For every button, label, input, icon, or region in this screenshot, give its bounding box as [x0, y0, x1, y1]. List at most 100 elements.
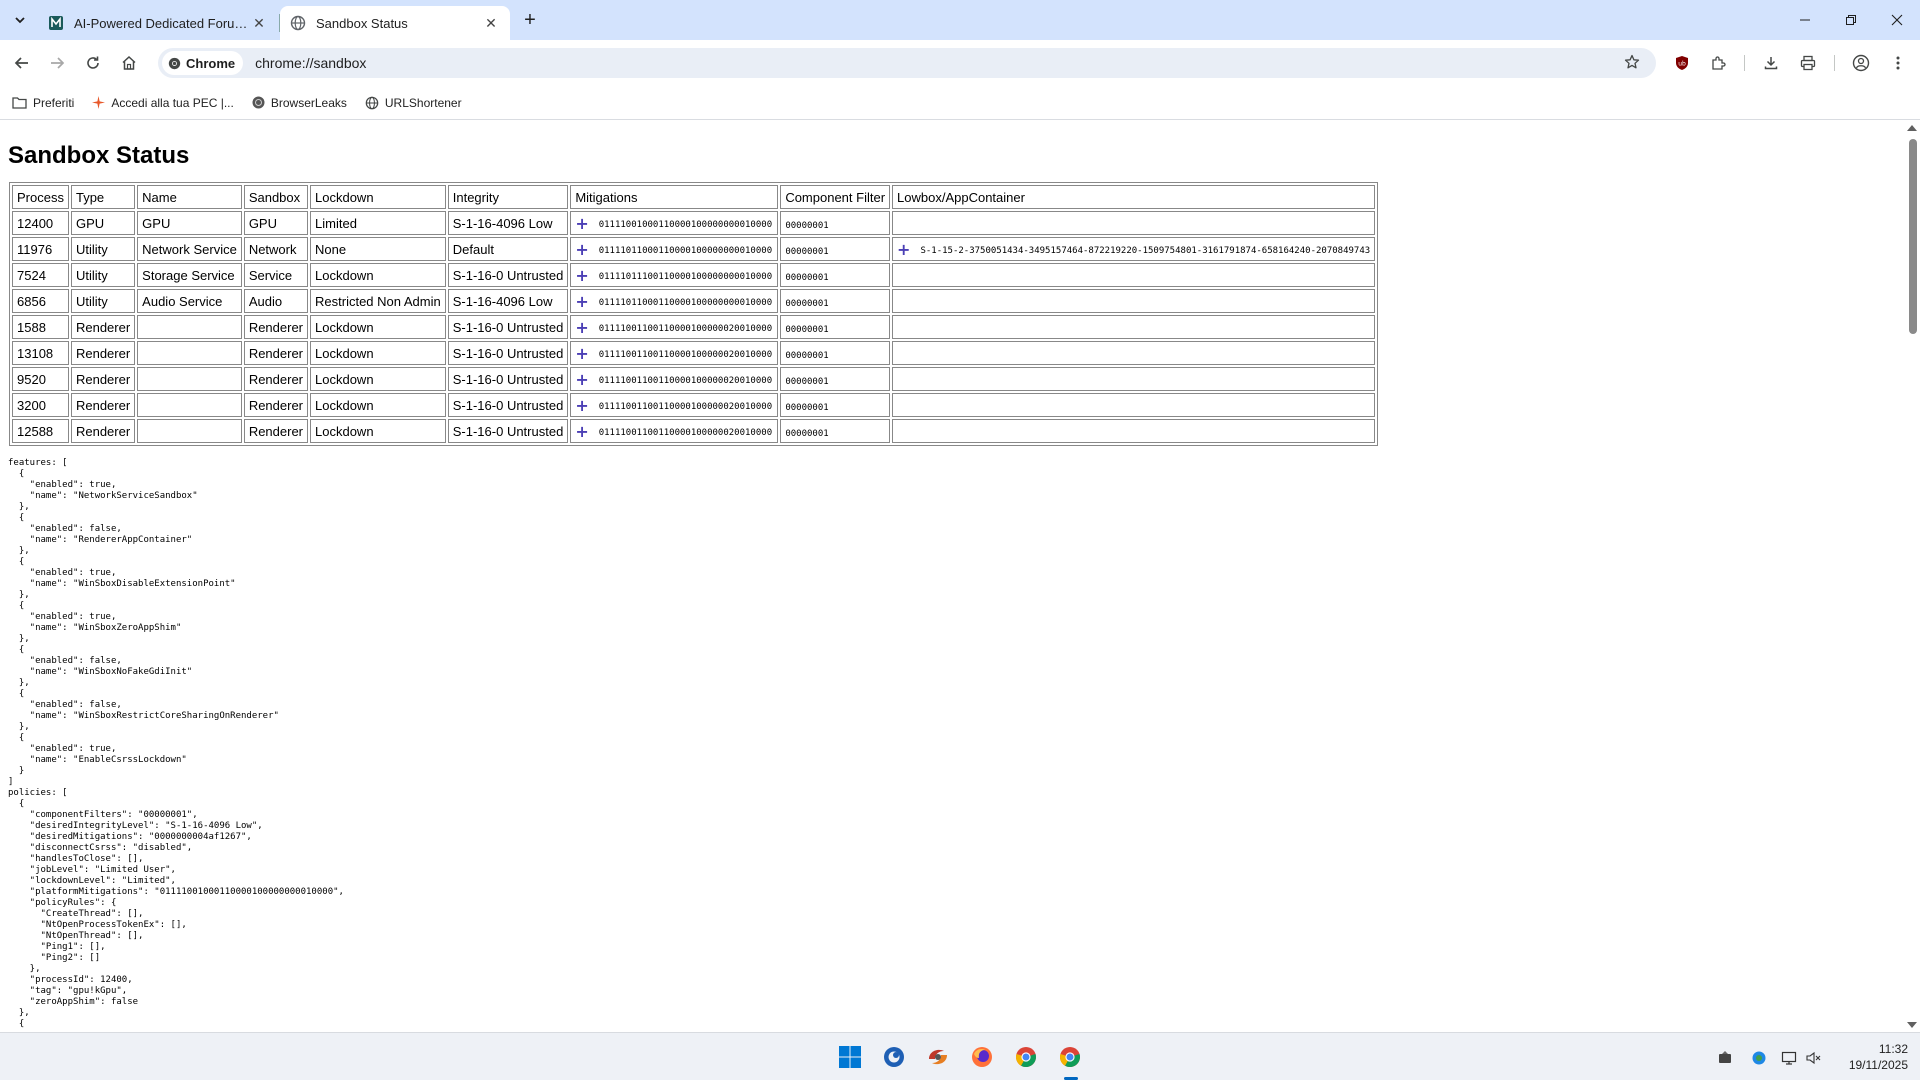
tab-sandbox-status[interactable]: Sandbox Status ✕ — [280, 6, 510, 40]
minimize-icon — [1800, 19, 1810, 21]
expand-plus-icon[interactable]: + — [575, 214, 588, 233]
cell-component-filter: 00000001 — [780, 211, 891, 235]
chrome-logo-icon — [168, 57, 181, 69]
restore-button[interactable] — [1828, 0, 1874, 40]
cell-process: 3200 — [12, 393, 69, 417]
bookmark-label: BrowserLeaks — [270, 95, 347, 110]
cell-type: Renderer — [70, 419, 136, 443]
tray-app-icon[interactable] — [1716, 1049, 1734, 1067]
close-tab-icon[interactable]: ✕ — [482, 14, 500, 32]
scroll-up-arrow-icon[interactable] — [1907, 125, 1917, 131]
chrome-menu-button[interactable] — [1886, 51, 1910, 75]
col-integrity: Integrity — [447, 185, 569, 209]
cell-name — [137, 393, 242, 417]
scrollbar-thumb[interactable] — [1909, 139, 1917, 334]
cell-lockdown: Lockdown — [310, 263, 446, 287]
cell-lowbox — [892, 211, 1376, 235]
restore-icon — [1846, 15, 1856, 25]
expand-plus-icon[interactable]: + — [575, 422, 588, 441]
bookmark-star-button[interactable] — [1624, 54, 1640, 75]
cell-mitigations: +01111001100110000100000020010000 — [570, 315, 779, 339]
taskbar-firefox[interactable] — [968, 1043, 996, 1071]
cell-integrity: S-1-16-0 Untrusted — [447, 419, 569, 443]
cell-type: Utility — [70, 263, 136, 287]
col-process: Process — [12, 185, 69, 209]
windows-logo-icon — [839, 1046, 861, 1068]
expand-plus-icon[interactable]: + — [575, 240, 588, 259]
mitigations-value: 01111011100110000100000000010000 — [598, 271, 773, 282]
cell-lockdown: Limited — [310, 211, 446, 235]
cell-process: 12400 — [12, 211, 69, 235]
cell-name — [137, 367, 242, 391]
address-bar[interactable]: Chrome chrome://sandbox — [158, 48, 1656, 78]
scroll-down-arrow-icon[interactable] — [1907, 1022, 1917, 1028]
start-button[interactable] — [836, 1043, 864, 1071]
cell-component-filter: 00000001 — [780, 341, 891, 365]
cell-process: 7524 — [12, 263, 69, 287]
site-info-chip[interactable]: Chrome — [162, 51, 244, 75]
cell-lowbox — [892, 341, 1376, 365]
taskbar-app-1[interactable] — [880, 1043, 908, 1071]
close-window-button[interactable] — [1874, 0, 1920, 40]
bookmark-urlshortener[interactable]: URLShortener — [365, 96, 462, 110]
cell-type: Utility — [70, 289, 136, 313]
home-button[interactable] — [117, 51, 141, 75]
cell-sandbox: Renderer — [243, 419, 309, 443]
ublock-extension-button[interactable]: ub — [1670, 51, 1694, 75]
forward-arrow-icon — [51, 57, 65, 69]
extensions-button[interactable] — [1706, 51, 1730, 75]
expand-plus-icon[interactable]: + — [897, 240, 910, 259]
cell-component-filter: 00000001 — [780, 419, 891, 443]
bookmark-pec[interactable]: Accedi alla tua PEC |... — [92, 96, 234, 110]
expand-plus-icon[interactable]: + — [575, 344, 588, 363]
reload-button[interactable] — [81, 51, 105, 75]
bookmark-browserleaks[interactable]: BrowserLeaks — [252, 96, 347, 110]
expand-plus-icon[interactable]: + — [575, 318, 588, 337]
cell-mitigations: +01111011100110000100000000010000 — [570, 263, 779, 287]
downloads-button[interactable] — [1759, 51, 1783, 75]
back-arrow-icon — [14, 57, 28, 69]
taskbar-chrome-1[interactable] — [1012, 1043, 1040, 1071]
tab-forum[interactable]: AI-Powered Dedicated Forum | ✕ — [38, 6, 280, 40]
profile-button[interactable] — [1849, 51, 1873, 75]
print-button[interactable] — [1796, 51, 1820, 75]
cell-component-filter: 00000001 — [780, 289, 891, 313]
component-filter-value: 00000001 — [785, 350, 829, 361]
cell-name: Storage Service — [137, 263, 242, 287]
taskbar-chrome-2[interactable] — [1056, 1043, 1084, 1071]
bookmark-label: URLShortener — [384, 95, 462, 110]
blue-swirl-app-icon — [884, 1047, 904, 1067]
tab-search-button[interactable] — [6, 8, 34, 32]
expand-plus-icon[interactable]: + — [575, 370, 588, 389]
bookmark-preferiti[interactable]: Preferiti — [12, 96, 74, 110]
page-content: Sandbox Status Process Type Name Sandbox… — [0, 121, 1904, 1032]
cell-process: 12588 — [12, 419, 69, 443]
back-button[interactable] — [10, 51, 34, 75]
download-icon — [1764, 57, 1778, 70]
close-tab-icon[interactable]: ✕ — [250, 14, 268, 32]
expand-plus-icon[interactable]: + — [575, 396, 588, 415]
tray-security-icon[interactable] — [1750, 1049, 1768, 1067]
cell-mitigations: +01111001100110000100000020010000 — [570, 393, 779, 417]
cell-integrity: S-1-16-0 Untrusted — [447, 367, 569, 391]
sandbox-json-dump: features: [ { "enabled": true, "name": "… — [8, 458, 344, 1029]
page-title: Sandbox Status — [8, 142, 190, 169]
table-header-row: Process Type Name Sandbox Lockdown Integ… — [12, 185, 1376, 209]
forward-button[interactable] — [45, 51, 69, 75]
minimize-button[interactable] — [1782, 0, 1828, 40]
volume-muted-icon[interactable] — [1804, 1049, 1822, 1067]
cell-type: Utility — [70, 237, 136, 261]
cell-lowbox — [892, 289, 1376, 313]
svg-text:ub: ub — [1678, 61, 1686, 68]
expand-plus-icon[interactable]: + — [575, 292, 588, 311]
system-clock[interactable]: 11:32 19/11/2025 — [1849, 1041, 1908, 1073]
expand-plus-icon[interactable]: + — [575, 266, 588, 285]
taskbar-app-2[interactable] — [924, 1043, 952, 1071]
network-icon[interactable] — [1780, 1049, 1798, 1067]
cell-component-filter: 00000001 — [780, 315, 891, 339]
new-tab-button[interactable]: + — [518, 8, 542, 32]
table-row: 6856 Utility Audio Service Audio Restricted … — [12, 289, 1376, 313]
clock-date: 19/11/2025 — [1848, 1058, 1908, 1072]
vertical-scrollbar[interactable] — [1904, 121, 1920, 1032]
chevron-down-icon — [15, 17, 25, 24]
